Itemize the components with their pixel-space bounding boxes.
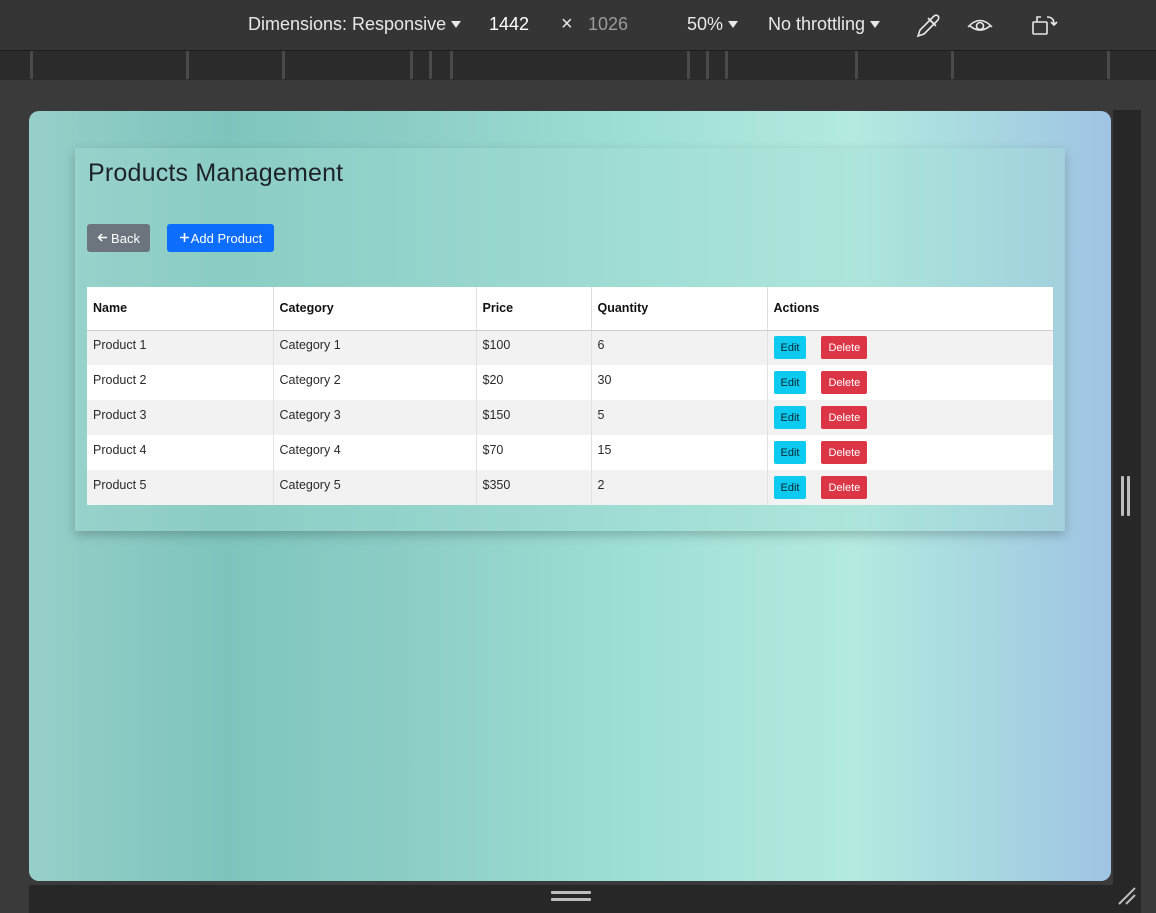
chevron-down-icon — [728, 21, 739, 28]
ruler-tick — [186, 51, 189, 79]
cell-category: Category 1 — [273, 330, 477, 365]
edit-button[interactable]: Edit — [773, 336, 807, 360]
ruler-tick — [855, 51, 858, 79]
ruler-tick — [410, 51, 413, 79]
throttling-dropdown[interactable]: No throttling — [768, 14, 881, 35]
height-input[interactable]: 1026 — [588, 14, 628, 35]
width-value: 1442 — [489, 14, 530, 34]
arrow-left-icon — [97, 230, 108, 246]
header-name: Name — [87, 287, 274, 331]
cell-category: Category 4 — [273, 435, 477, 470]
header-category: Category — [273, 287, 477, 331]
table-row: Product 4 Category 4 $70 15 Edit Delete — [87, 435, 1053, 470]
cell-category: Category 3 — [273, 400, 477, 435]
ruler-tick — [30, 51, 33, 79]
cell-price: $20 — [476, 365, 592, 400]
ruler-tick — [706, 51, 709, 79]
cell-quantity: 30 — [591, 365, 768, 400]
times-icon: × — [561, 13, 573, 35]
edit-button[interactable]: Edit — [773, 371, 807, 394]
cell-price: $70 — [476, 435, 592, 470]
delete-button[interactable]: Delete — [821, 371, 868, 394]
cell-actions: Edit Delete — [767, 470, 1053, 505]
height-value: 1026 — [588, 14, 629, 34]
dimensions-dropdown[interactable]: Dimensions: Responsive — [248, 14, 462, 35]
cell-price: $350 — [476, 470, 592, 505]
ruler-tick — [1107, 51, 1110, 79]
cell-actions: Edit Delete — [767, 400, 1053, 435]
cell-quantity: 6 — [591, 330, 768, 365]
cell-actions: Edit Delete — [767, 330, 1053, 365]
zoom-value: 50% — [687, 14, 724, 34]
cell-quantity: 5 — [591, 400, 768, 435]
products-card: Products Management Back Add Product Nam… — [75, 148, 1065, 531]
cell-price: $100 — [476, 330, 592, 365]
cell-name: Product 5 — [87, 470, 274, 505]
back-button-label: Back — [111, 230, 140, 246]
delete-button[interactable]: Delete — [821, 406, 868, 429]
page-title: Products Management — [88, 159, 344, 187]
plus-icon — [179, 230, 190, 246]
rotate-icon[interactable] — [1030, 12, 1058, 38]
cell-name: Product 4 — [87, 435, 274, 470]
cell-name: Product 2 — [87, 365, 274, 400]
ruler-tick — [725, 51, 728, 79]
cell-quantity: 15 — [591, 435, 768, 470]
cell-category: Category 5 — [273, 470, 477, 505]
edit-button[interactable]: Edit — [773, 441, 807, 464]
throttling-value: No throttling — [768, 14, 866, 34]
horizontal-resize-handle[interactable] — [551, 891, 591, 903]
cell-price: $150 — [476, 400, 592, 435]
eye-icon[interactable] — [966, 12, 994, 38]
delete-button[interactable]: Delete — [821, 476, 868, 499]
edit-button[interactable]: Edit — [773, 476, 807, 499]
cell-actions: Edit Delete — [767, 365, 1053, 400]
ruler-tick — [687, 51, 690, 79]
back-button[interactable]: Back — [87, 224, 150, 252]
header-actions: Actions — [767, 287, 1053, 331]
vertical-resize-handle[interactable] — [1121, 476, 1131, 516]
add-product-button[interactable]: Add Product — [167, 224, 274, 252]
width-input[interactable]: 1442 — [489, 14, 529, 35]
zoom-dropdown[interactable]: 50% — [687, 14, 739, 35]
table-header-row: Name Category Price Quantity Actions — [87, 287, 1053, 331]
table-row: Product 1 Category 1 $100 6 Edit Delete — [87, 330, 1053, 365]
delete-button[interactable]: Delete — [821, 336, 868, 360]
add-product-label: Add Product — [190, 230, 263, 246]
table-row: Product 5 Category 5 $350 2 Edit Delete — [87, 470, 1053, 505]
emulated-viewport: Products Management Back Add Product Nam… — [29, 111, 1111, 881]
products-table: Name Category Price Quantity Actions Pro… — [87, 287, 1053, 505]
table-row: Product 2 Category 2 $20 30 Edit Delete — [87, 365, 1053, 400]
delete-button[interactable]: Delete — [821, 441, 868, 464]
cell-quantity: 2 — [591, 470, 768, 505]
dimensions-label: Dimensions: Responsive — [248, 14, 447, 34]
ruler-tick — [282, 51, 285, 79]
cell-category: Category 2 — [273, 365, 477, 400]
header-price: Price — [476, 287, 592, 331]
media-query-ruler[interactable] — [0, 50, 1156, 80]
eyedropper-icon[interactable] — [914, 12, 942, 38]
cell-name: Product 1 — [87, 330, 274, 365]
ruler-tick — [450, 51, 453, 79]
header-quantity: Quantity — [591, 287, 768, 331]
edit-button[interactable]: Edit — [773, 406, 807, 429]
chevron-down-icon — [451, 21, 462, 28]
cell-actions: Edit Delete — [767, 435, 1053, 470]
resize-corner-icon[interactable] — [1115, 884, 1137, 906]
cell-name: Product 3 — [87, 400, 274, 435]
chevron-down-icon — [870, 21, 881, 28]
devtools-toolbar: Dimensions: Responsive 1442 × 1026 50% N… — [0, 0, 1156, 50]
table-row: Product 3 Category 3 $150 5 Edit Delete — [87, 400, 1053, 435]
ruler-tick — [951, 51, 954, 79]
ruler-tick — [429, 51, 432, 79]
